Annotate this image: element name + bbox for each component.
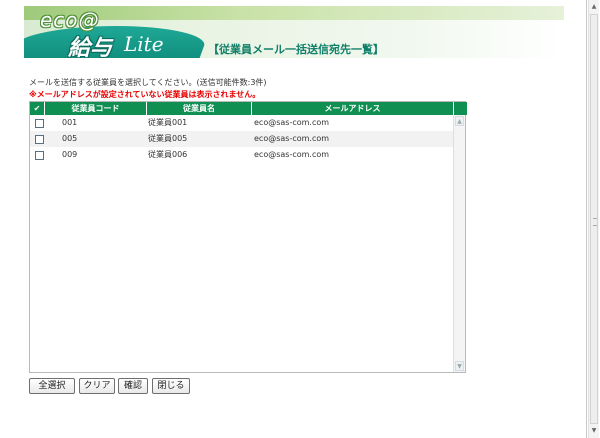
row-checkbox[interactable] bbox=[35, 119, 44, 128]
employee-email: eco@sas-com.com bbox=[254, 134, 330, 143]
banner-stripe bbox=[24, 6, 564, 20]
header-employee-code: 従業員コード bbox=[45, 102, 147, 115]
table-row: 009 従業員006 eco@sas-com.com bbox=[30, 147, 454, 163]
window-scrollbar[interactable]: ▲ ▼ bbox=[588, 0, 599, 438]
chevron-up-icon[interactable]: ▲ bbox=[590, 2, 598, 12]
scrollbar-thumb[interactable] bbox=[590, 14, 598, 424]
table-header: ✔ 従業員コード 従業員名 メールアドレス bbox=[30, 102, 467, 115]
employee-code: 001 bbox=[62, 118, 78, 127]
table-row: 005 従業員005 eco@sas-com.com bbox=[30, 131, 454, 147]
page-title: 【従業員メール一括送信宛先一覧】 bbox=[208, 43, 384, 56]
employee-email: eco@sas-com.com bbox=[254, 150, 330, 159]
header-check-column: ✔ bbox=[30, 102, 45, 115]
logo-lite: Lite bbox=[124, 32, 164, 56]
table-row: 001 従業員001 eco@sas-com.com bbox=[30, 115, 454, 131]
select-all-button[interactable]: 全選択 bbox=[29, 378, 75, 394]
table-scrollbar[interactable]: ▲ ▼ bbox=[453, 115, 465, 372]
employee-name: 従業員001 bbox=[148, 118, 188, 127]
app-banner: eco@ 給与 Lite 【従業員メール一括送信宛先一覧】 bbox=[24, 6, 564, 58]
checkmark-icon: ✔ bbox=[33, 104, 41, 113]
employee-name: 従業員005 bbox=[148, 134, 188, 143]
table-body: 001 従業員001 eco@sas-com.com 005 従業員005 ec… bbox=[30, 115, 454, 372]
header-email-address: メールアドレス bbox=[252, 102, 454, 115]
employee-table: ✔ 従業員コード 従業員名 メールアドレス 001 従業員001 eco@sas… bbox=[29, 101, 467, 373]
logo-kyuyo: 給与 bbox=[68, 35, 113, 58]
row-checkbox[interactable] bbox=[35, 135, 44, 144]
row-checkbox[interactable] bbox=[35, 151, 44, 160]
row-checkbox-cell bbox=[32, 147, 44, 163]
scrollbar-grip bbox=[593, 218, 597, 226]
close-button[interactable]: 閉じる bbox=[152, 378, 190, 394]
header-employee-name: 従業員名 bbox=[147, 102, 252, 115]
chevron-down-icon[interactable]: ▼ bbox=[455, 361, 464, 371]
chevron-down-icon[interactable]: ▼ bbox=[590, 426, 598, 436]
logo-eco: eco@ bbox=[40, 8, 100, 32]
clear-button[interactable]: クリア bbox=[79, 378, 115, 394]
employee-code: 005 bbox=[62, 134, 78, 143]
employee-name: 従業員006 bbox=[148, 150, 188, 159]
instruction-text: メールを送信する従業員を選択してください。(送信可能件数:3件) bbox=[29, 78, 267, 87]
chevron-up-icon[interactable]: ▲ bbox=[455, 116, 464, 126]
warning-text: ※メールアドレスが設定されていない従業員は表示されません。 bbox=[29, 90, 261, 99]
window: eco@ 給与 Lite 【従業員メール一括送信宛先一覧】 メールを送信する従業… bbox=[0, 0, 587, 438]
row-checkbox-cell bbox=[32, 131, 44, 147]
employee-email: eco@sas-com.com bbox=[254, 118, 330, 127]
employee-code: 009 bbox=[62, 150, 78, 159]
confirm-button[interactable]: 確認 bbox=[118, 378, 148, 394]
row-checkbox-cell bbox=[32, 115, 44, 131]
